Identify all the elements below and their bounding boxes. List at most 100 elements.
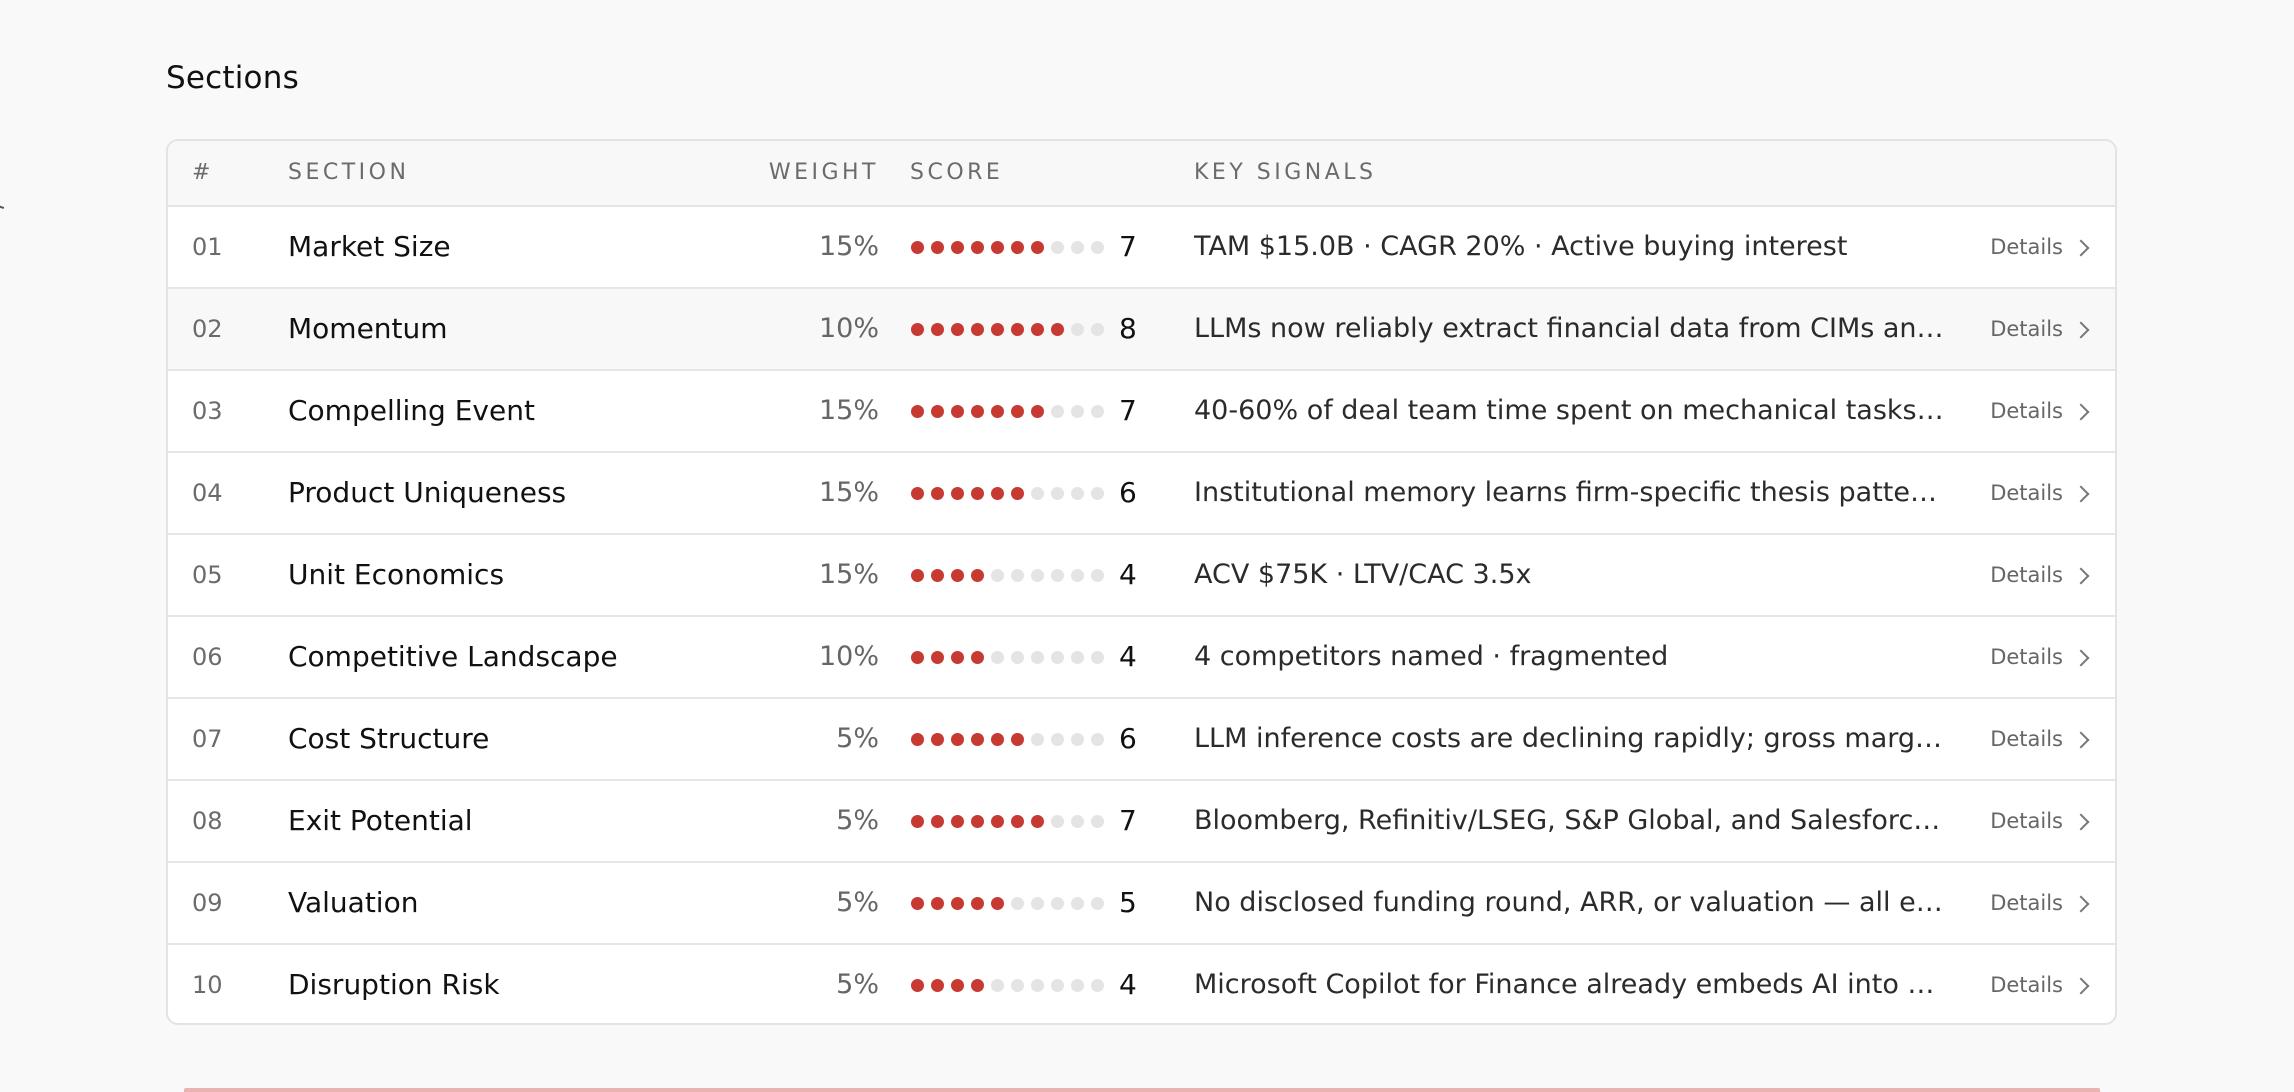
score-dot-filled bbox=[971, 240, 984, 254]
score-dot-empty bbox=[1051, 404, 1064, 418]
score-dots bbox=[911, 781, 1104, 861]
score-dot-filled bbox=[931, 322, 944, 336]
score-dot-empty bbox=[1071, 650, 1084, 664]
table-row[interactable]: 03 Compelling Event 15% 7 40-60% of deal tea… bbox=[168, 371, 2115, 453]
score-dots bbox=[911, 371, 1104, 451]
section-weight: 15% bbox=[818, 559, 879, 590]
score-dot-filled bbox=[951, 486, 964, 500]
table-row[interactable]: 09 Valuation 5% 5 No disclosed funding round… bbox=[168, 863, 2115, 945]
chevron-right-icon bbox=[2072, 567, 2090, 584]
details-label: Details bbox=[1990, 235, 2063, 259]
table-row[interactable]: 08 Exit Potential 5% 7 Bloomberg, Refinitiv/… bbox=[168, 781, 2115, 863]
chevron-right-icon bbox=[2072, 977, 2090, 994]
score-dot-filled bbox=[951, 650, 964, 664]
score-dot-empty bbox=[1051, 814, 1064, 828]
score-dot-filled bbox=[991, 896, 1004, 910]
score-dot-filled bbox=[1011, 322, 1024, 336]
score-dot-empty bbox=[1031, 732, 1044, 746]
score-dots bbox=[911, 289, 1104, 369]
row-number: 03 bbox=[192, 397, 223, 425]
chevron-right-icon bbox=[2072, 649, 2090, 666]
score-dot-filled bbox=[991, 404, 1004, 418]
section-name: Unit Economics bbox=[288, 558, 505, 591]
section-score: 4 bbox=[1119, 640, 1137, 673]
details-button[interactable]: Details bbox=[1990, 453, 2090, 533]
header-score: Score bbox=[910, 160, 1004, 185]
section-score: 4 bbox=[1119, 968, 1137, 1001]
score-dot-filled bbox=[951, 896, 964, 910]
score-dot-empty bbox=[1091, 568, 1104, 582]
table-row[interactable]: 07 Cost Structure 5% 6 LLM inference costs a… bbox=[168, 699, 2115, 781]
section-score: 7 bbox=[1119, 394, 1137, 427]
table-row[interactable]: 01 Market Size 15% 7 TAM $15.0B · CAGR 20% ·… bbox=[168, 207, 2115, 289]
score-dot-filled bbox=[1031, 240, 1044, 254]
score-dot-empty bbox=[1071, 568, 1084, 582]
section-score: 7 bbox=[1119, 230, 1137, 263]
score-dots bbox=[911, 207, 1104, 287]
score-dot-filled bbox=[1031, 814, 1044, 828]
section-weight: 10% bbox=[818, 313, 879, 344]
table-row[interactable]: 10 Disruption Risk 5% 4 Microsoft Copilot fo… bbox=[168, 945, 2115, 1023]
details-button[interactable]: Details bbox=[1990, 699, 2090, 779]
score-dot-filled bbox=[931, 814, 944, 828]
section-weight: 5% bbox=[836, 887, 879, 918]
score-dot-filled bbox=[991, 814, 1004, 828]
score-dot-filled bbox=[971, 978, 984, 992]
page-title: Sections bbox=[166, 60, 299, 96]
details-button[interactable]: Details bbox=[1990, 863, 2090, 943]
table-row[interactable]: 04 Product Uniqueness 15% 6 Institutional me… bbox=[168, 453, 2115, 535]
score-dot-filled bbox=[1031, 322, 1044, 336]
score-dot-filled bbox=[971, 814, 984, 828]
details-button[interactable]: Details bbox=[1990, 945, 2090, 1023]
score-dot-empty bbox=[1071, 896, 1084, 910]
row-number: 01 bbox=[192, 233, 223, 261]
score-dot-filled bbox=[1011, 486, 1024, 500]
row-number: 09 bbox=[192, 889, 223, 917]
score-dot-filled bbox=[931, 650, 944, 664]
score-dot-filled bbox=[1011, 240, 1024, 254]
score-dots bbox=[911, 617, 1104, 697]
score-dot-empty bbox=[1051, 240, 1064, 254]
score-dot-filled bbox=[931, 896, 944, 910]
score-dot-filled bbox=[1011, 732, 1024, 746]
key-signals: ACV $75K · LTV/CAC 3.5x bbox=[1194, 559, 1532, 590]
section-name: Competitive Landscape bbox=[288, 640, 618, 673]
details-label: Details bbox=[1990, 481, 2063, 505]
details-button[interactable]: Details bbox=[1990, 371, 2090, 451]
header-key-signals: Key Signals bbox=[1194, 160, 1377, 185]
details-button[interactable]: Details bbox=[1990, 781, 2090, 861]
score-dot-empty bbox=[1071, 978, 1084, 992]
score-dot-filled bbox=[951, 732, 964, 746]
score-dot-empty bbox=[1071, 732, 1084, 746]
score-dot-empty bbox=[1091, 978, 1104, 992]
score-dot-filled bbox=[971, 896, 984, 910]
score-dot-empty bbox=[1091, 240, 1104, 254]
score-dot-filled bbox=[931, 732, 944, 746]
details-button[interactable]: Details bbox=[1990, 617, 2090, 697]
section-score: 7 bbox=[1119, 804, 1137, 837]
table-row[interactable]: 02 Momentum 10% 8 LLMs now reliably extract … bbox=[168, 289, 2115, 371]
score-dot-empty bbox=[1011, 978, 1024, 992]
table-row[interactable]: 05 Unit Economics 15% 4 ACV $75K · LTV/CAC 3… bbox=[168, 535, 2115, 617]
chevron-right-icon bbox=[2072, 403, 2090, 420]
section-name: Valuation bbox=[288, 886, 419, 919]
details-button[interactable]: Details bbox=[1990, 535, 2090, 615]
row-number: 05 bbox=[192, 561, 223, 589]
score-dot-empty bbox=[1091, 814, 1104, 828]
score-dot-filled bbox=[911, 978, 924, 992]
key-signals: 4 competitors named · fragmented bbox=[1194, 641, 1669, 672]
details-button[interactable]: Details bbox=[1990, 289, 2090, 369]
score-dot-empty bbox=[1091, 732, 1104, 746]
section-name: Product Uniqueness bbox=[288, 476, 567, 509]
score-dot-empty bbox=[1071, 240, 1084, 254]
score-dot-filled bbox=[971, 650, 984, 664]
score-dot-empty bbox=[991, 650, 1004, 664]
key-signals: Microsoft Copilot for Finance already em… bbox=[1194, 969, 1946, 1000]
details-button[interactable]: Details bbox=[1990, 207, 2090, 287]
table-row[interactable]: 06 Competitive Landscape 10% 4 4 competitors… bbox=[168, 617, 2115, 699]
score-dot-empty bbox=[1011, 650, 1024, 664]
row-number: 10 bbox=[192, 971, 223, 999]
score-dot-filled bbox=[911, 404, 924, 418]
row-number: 07 bbox=[192, 725, 223, 753]
score-dot-empty bbox=[1011, 896, 1024, 910]
